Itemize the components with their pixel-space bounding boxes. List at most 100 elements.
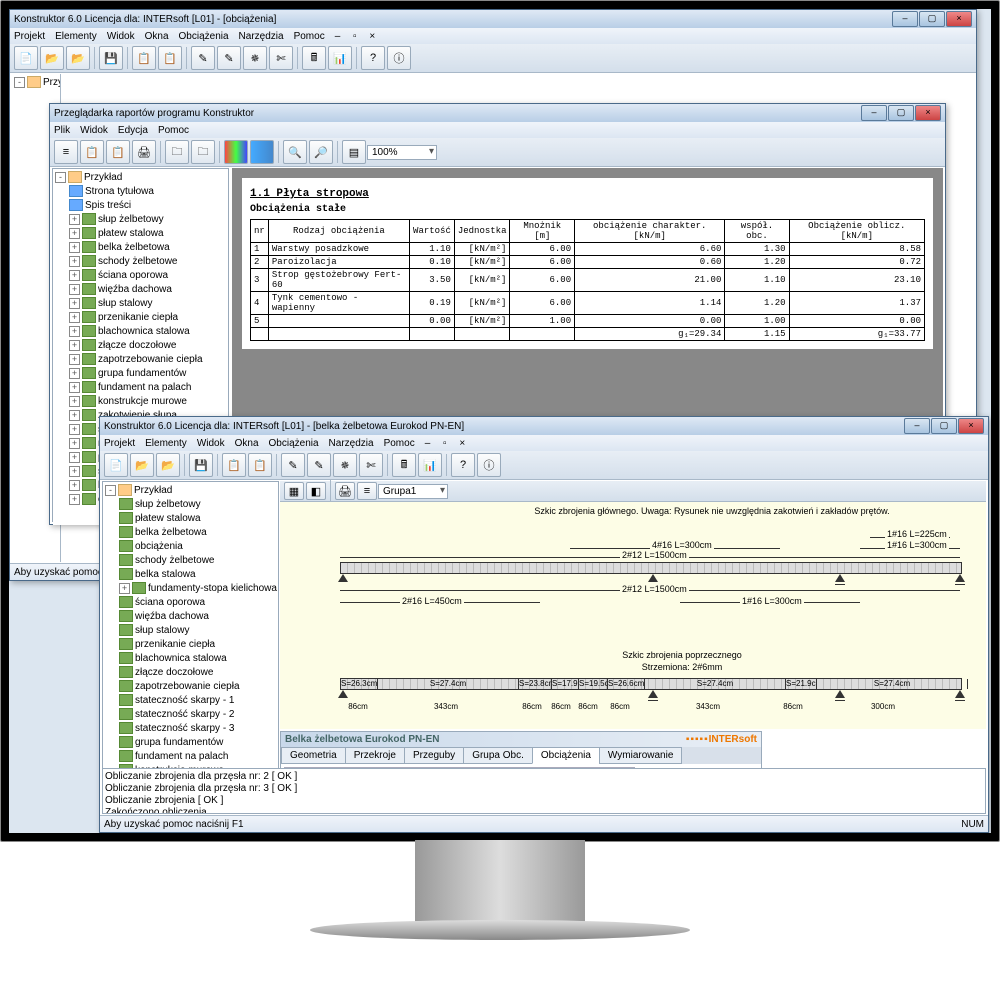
- open-icon[interactable]: 📂: [130, 453, 154, 477]
- tree-node[interactable]: +ściana oporowa: [55, 269, 226, 283]
- close-button[interactable]: ×: [946, 11, 972, 27]
- close-button[interactable]: ×: [915, 105, 941, 121]
- tree-node[interactable]: Przykład: [43, 77, 60, 88]
- zoom-combo[interactable]: 100%: [367, 145, 437, 160]
- menu-item[interactable]: Obciążenia: [179, 31, 229, 42]
- menu-item[interactable]: Elementy: [145, 438, 187, 449]
- tree-node[interactable]: stateczność skarpy - 1: [105, 694, 276, 708]
- tool-icon[interactable]: ✎: [307, 453, 331, 477]
- menu-item[interactable]: Plik: [54, 125, 70, 136]
- tree-node[interactable]: +schody żelbetowe: [55, 255, 226, 269]
- menu-item[interactable]: Pomoc: [294, 31, 325, 42]
- colors-icon[interactable]: [224, 140, 248, 164]
- tree-node[interactable]: +płatew stalowa: [55, 227, 226, 241]
- tree-node[interactable]: +słup żelbetowy: [55, 213, 226, 227]
- close-button[interactable]: ×: [958, 418, 984, 434]
- tool-icon[interactable]: ✵: [243, 46, 267, 70]
- tree-node[interactable]: schody żelbetowe: [105, 554, 276, 568]
- maximize-button[interactable]: ▢: [931, 418, 957, 434]
- new-icon[interactable]: 📄: [14, 46, 38, 70]
- tree-node[interactable]: grupa fundamentów: [105, 736, 276, 750]
- tree-node[interactable]: +fundament na palach: [55, 381, 226, 395]
- save-icon[interactable]: 💾: [189, 453, 213, 477]
- panel-tab[interactable]: Obciążenia: [532, 747, 600, 764]
- info-icon[interactable]: ⓘ: [387, 46, 411, 70]
- new-icon[interactable]: 📄: [104, 453, 128, 477]
- panel-tab[interactable]: Wymiarowanie: [599, 747, 682, 764]
- tool-icon[interactable]: 🗀: [165, 140, 189, 164]
- tree-node[interactable]: +przenikanie ciepła: [55, 311, 226, 325]
- tool-icon[interactable]: ✵: [333, 453, 357, 477]
- tree-node[interactable]: Spis treści: [55, 199, 226, 213]
- tree-node[interactable]: płatew stalowa: [105, 512, 276, 526]
- tool-icon[interactable]: 📋: [80, 140, 104, 164]
- view-icon[interactable]: ▦: [284, 482, 304, 500]
- menu-item[interactable]: Projekt: [104, 438, 135, 449]
- calc-icon[interactable]: 🖩: [302, 46, 326, 70]
- tree-node[interactable]: stateczność skarpy - 2: [105, 708, 276, 722]
- zoom-out-icon[interactable]: 🔎: [309, 140, 333, 164]
- tree-node[interactable]: ściana oporowa: [105, 596, 276, 610]
- tool-icon[interactable]: ✎: [217, 46, 241, 70]
- tree-node[interactable]: +fundamenty-stopa kielichowa: [105, 582, 276, 596]
- print-icon[interactable]: 🖨: [335, 482, 355, 500]
- zoom-in-icon[interactable]: 🔍: [283, 140, 307, 164]
- minimize-button[interactable]: –: [861, 105, 887, 121]
- tree-node[interactable]: +belka żelbetowa: [55, 241, 226, 255]
- menu-item[interactable]: Pomoc: [158, 125, 189, 136]
- tool-icon[interactable]: 📋: [248, 453, 272, 477]
- colors-icon[interactable]: [250, 140, 274, 164]
- panel-tab[interactable]: Grupa Obc.: [463, 747, 533, 764]
- tree-node[interactable]: fundament na palach: [105, 750, 276, 764]
- tool-icon[interactable]: 📋: [222, 453, 246, 477]
- tree-node[interactable]: +słup stalowy: [55, 297, 226, 311]
- save-icon[interactable]: 💾: [99, 46, 123, 70]
- maximize-button[interactable]: ▢: [919, 11, 945, 27]
- help-icon[interactable]: ?: [451, 453, 475, 477]
- menu-item[interactable]: Elementy: [55, 31, 97, 42]
- help-icon[interactable]: ?: [361, 46, 385, 70]
- minimize-button[interactable]: –: [892, 11, 918, 27]
- page-icon[interactable]: ▤: [342, 140, 366, 164]
- tree-node[interactable]: belka stalowa: [105, 568, 276, 582]
- minimize-button[interactable]: –: [904, 418, 930, 434]
- report-icon[interactable]: 📊: [418, 453, 442, 477]
- panel-tab[interactable]: Przekroje: [345, 747, 405, 764]
- mdi-restore-icon[interactable]: ▫: [353, 31, 357, 42]
- panel-tab[interactable]: Geometria: [281, 747, 346, 764]
- maximize-button[interactable]: ▢: [888, 105, 914, 121]
- open2-icon[interactable]: 📂: [156, 453, 180, 477]
- tree-node[interactable]: przenikanie ciepła: [105, 638, 276, 652]
- tree-node[interactable]: +konstrukcje murowe: [55, 395, 226, 409]
- tree-node[interactable]: -Przykład: [105, 484, 276, 498]
- calc-icon[interactable]: 🖩: [392, 453, 416, 477]
- menu-item[interactable]: Projekt: [14, 31, 45, 42]
- mdi-min-icon[interactable]: –: [335, 31, 341, 42]
- tree-node[interactable]: +grupa fundamentów: [55, 367, 226, 381]
- menu-item[interactable]: Widok: [80, 125, 108, 136]
- menu-item[interactable]: Okna: [145, 31, 169, 42]
- info-icon[interactable]: ⓘ: [477, 453, 501, 477]
- tool-icon[interactable]: ✎: [191, 46, 215, 70]
- group-combo[interactable]: Grupa1: [378, 484, 448, 499]
- menu-item[interactable]: Widok: [197, 438, 225, 449]
- rows-icon[interactable]: ≡: [357, 482, 377, 500]
- tree-node[interactable]: belka żelbetowa: [105, 526, 276, 540]
- tree-node[interactable]: zapotrzebowanie ciepła: [105, 680, 276, 694]
- tree-node[interactable]: +złącze doczołowe: [55, 339, 226, 353]
- menu-item[interactable]: Okna: [235, 438, 259, 449]
- panel-tab[interactable]: Przeguby: [404, 747, 464, 764]
- tool-icon[interactable]: 📋: [158, 46, 182, 70]
- tool-icon[interactable]: 📋: [106, 140, 130, 164]
- log-panel[interactable]: Obliczanie zbrojenia dla przęsła nr: 2 […: [102, 768, 986, 814]
- tool-icon[interactable]: ≡: [54, 140, 78, 164]
- tree-node[interactable]: -Przykład: [55, 171, 226, 185]
- report-icon[interactable]: 📊: [328, 46, 352, 70]
- tree-node[interactable]: słup stalowy: [105, 624, 276, 638]
- tree-node[interactable]: obciążenia: [105, 540, 276, 554]
- tool-icon[interactable]: ✄: [359, 453, 383, 477]
- tree-3[interactable]: -Przykładsłup żelbetowypłatew stalowabel…: [103, 482, 278, 775]
- open-icon[interactable]: 📂: [40, 46, 64, 70]
- tool-icon[interactable]: 🗀: [191, 140, 215, 164]
- tree-node[interactable]: słup żelbetowy: [105, 498, 276, 512]
